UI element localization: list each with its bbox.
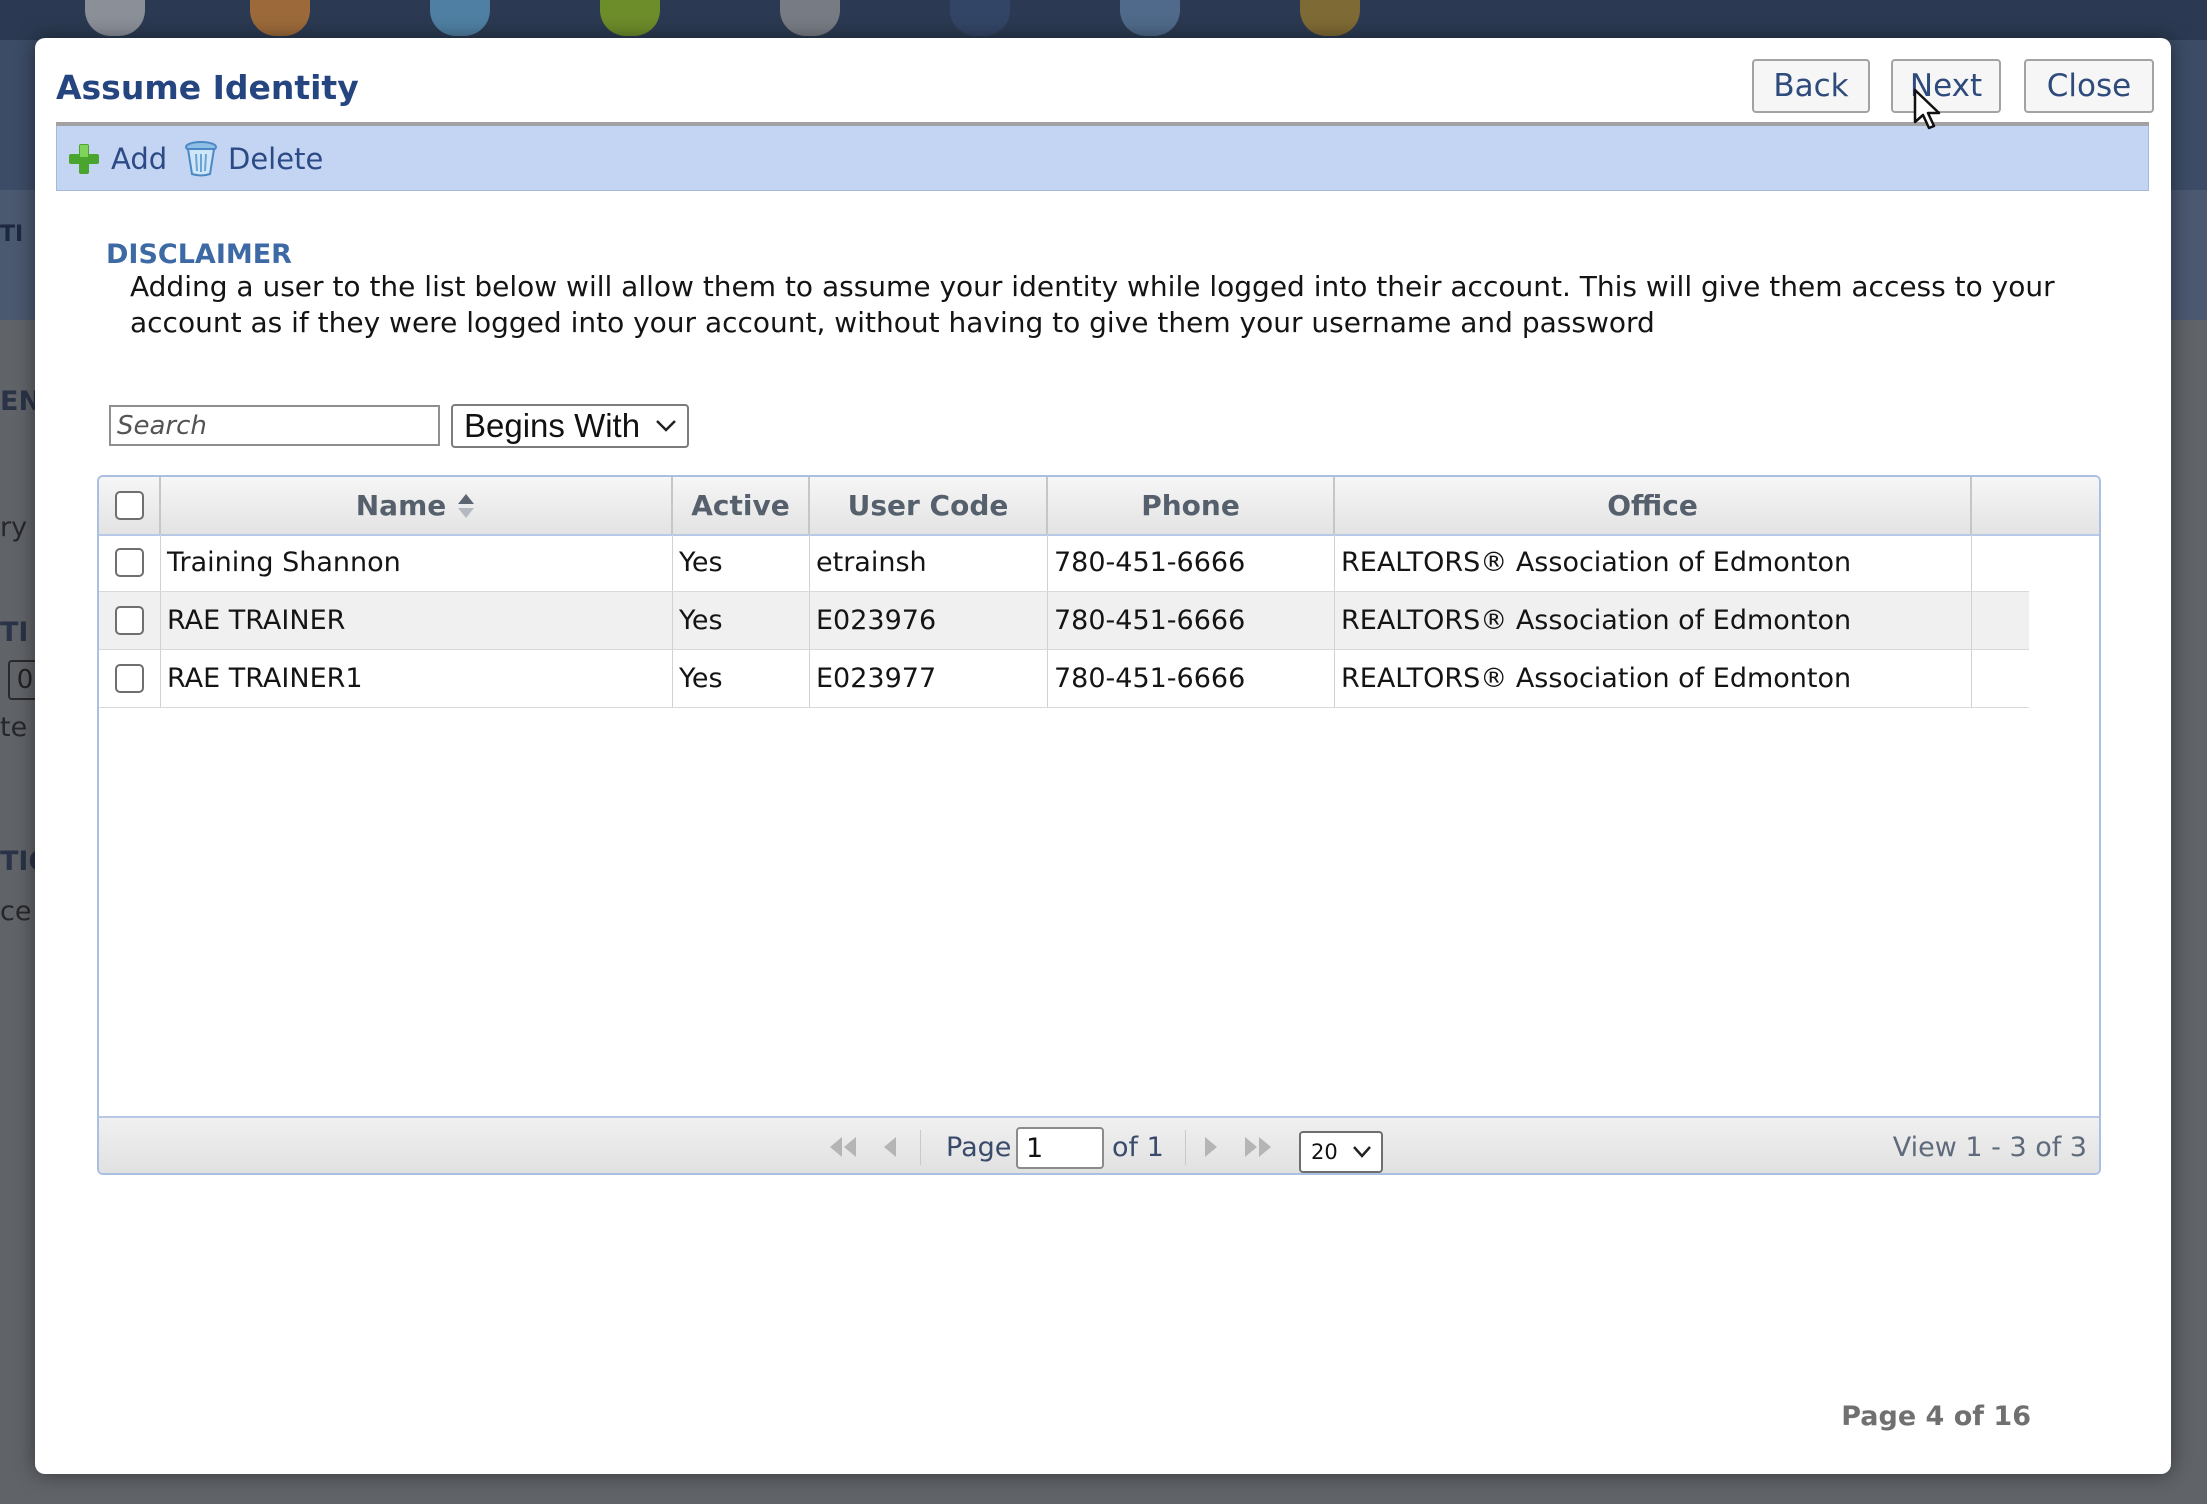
column-header-active[interactable]: Active (673, 477, 810, 534)
select-all-cell (99, 477, 161, 534)
background-text: TI (0, 222, 24, 247)
phone-cell: 780-451-6666 (1048, 592, 1335, 649)
column-header-phone[interactable]: Phone (1048, 477, 1335, 534)
row-select-cell (99, 592, 161, 649)
match-mode-select[interactable]: Begins With (451, 404, 689, 448)
row-checkbox[interactable] (115, 606, 144, 635)
column-label: Office (1607, 489, 1698, 522)
column-label: Active (691, 489, 790, 522)
delete-button[interactable]: Delete (184, 140, 323, 178)
office-cell: REALTORS® Association of Edmonton (1335, 534, 1972, 591)
wizard-page-indicator: Page 4 of 16 (1841, 1401, 2031, 1432)
previous-page-icon[interactable] (878, 1133, 902, 1161)
table-row[interactable]: Training Shannon Yes etrainsh 780-451-66… (99, 534, 2029, 592)
row-checkbox[interactable] (115, 548, 144, 577)
back-button[interactable]: Back (1752, 59, 1870, 113)
search-input[interactable] (109, 405, 440, 446)
page-size-select[interactable]: 20 (1299, 1131, 1383, 1173)
column-label: Phone (1141, 489, 1240, 522)
match-mode-value: Begins With (464, 407, 641, 444)
phone-cell: 780-451-6666 (1048, 650, 1335, 707)
table-row[interactable]: RAE TRAINER Yes E023976 780-451-6666 REA… (99, 592, 2029, 650)
name-cell: RAE TRAINER (161, 592, 673, 649)
add-label: Add (111, 142, 168, 176)
page-count-label: of 1 (1112, 1132, 1164, 1163)
column-label: Name (355, 489, 447, 522)
phone-cell: 780-451-6666 (1048, 534, 1335, 591)
column-header-office[interactable]: Office (1335, 477, 1972, 534)
office-cell: REALTORS® Association of Edmonton (1335, 650, 1972, 707)
user-code-cell: etrainsh (810, 534, 1048, 591)
plus-icon (69, 144, 99, 174)
grid-pager: Page of 1 20 View 1 - 3 of 3 (99, 1116, 2099, 1173)
next-page-icon[interactable] (1199, 1133, 1223, 1161)
background-text: TI (0, 617, 29, 648)
table-row[interactable]: RAE TRAINER1 Yes E023977 780-451-6666 RE… (99, 650, 2029, 708)
active-cell: Yes (673, 592, 810, 649)
column-header-name[interactable]: Name (161, 477, 673, 534)
name-cell: RAE TRAINER1 (161, 650, 673, 707)
name-cell: Training Shannon (161, 534, 673, 591)
page-size-value: 20 (1311, 1140, 1338, 1164)
grid-header: Name Active User Code Phone Office (99, 477, 2099, 536)
add-button[interactable]: Add (67, 140, 167, 178)
action-toolbar: Add Delete (56, 126, 2149, 191)
page-label: Page (946, 1132, 1012, 1163)
close-button[interactable]: Close (2024, 59, 2154, 113)
trash-icon (185, 141, 217, 177)
active-cell: Yes (673, 650, 810, 707)
user-code-cell: E023976 (810, 592, 1048, 649)
assume-identity-dialog: Assume Identity Back Next Close Add Dele… (35, 38, 2171, 1474)
disclaimer-heading: DISCLAIMER (106, 239, 292, 270)
row-select-cell (99, 650, 161, 707)
page-number-input[interactable] (1016, 1127, 1104, 1169)
column-header-user-code[interactable]: User Code (810, 477, 1048, 534)
column-label: User Code (847, 489, 1009, 522)
pager-divider (1185, 1130, 1186, 1165)
user-code-cell: E023977 (810, 650, 1048, 707)
chevron-down-icon (1353, 1146, 1371, 1158)
row-checkbox[interactable] (115, 664, 144, 693)
last-page-icon[interactable] (1241, 1133, 1275, 1161)
disclaimer-text: Adding a user to the list below will all… (130, 270, 2055, 339)
record-count: View 1 - 3 of 3 (1892, 1132, 2087, 1163)
first-page-icon[interactable] (826, 1133, 860, 1161)
row-select-cell (99, 534, 161, 591)
mouse-cursor-icon (1913, 88, 1941, 130)
sort-icon (458, 493, 475, 518)
select-all-checkbox[interactable] (114, 491, 144, 520)
identity-grid: Name Active User Code Phone Office Train… (97, 475, 2101, 1175)
background-app-toolbar (0, 0, 2207, 40)
active-cell: Yes (673, 534, 810, 591)
next-button[interactable]: Next (1891, 59, 2001, 113)
office-cell: REALTORS® Association of Edmonton (1335, 592, 1972, 649)
pager-divider (920, 1130, 921, 1165)
delete-label: Delete (228, 142, 324, 176)
background-text: ry (0, 512, 28, 543)
chevron-down-icon (656, 420, 676, 432)
dialog-title: Assume Identity (56, 68, 359, 107)
